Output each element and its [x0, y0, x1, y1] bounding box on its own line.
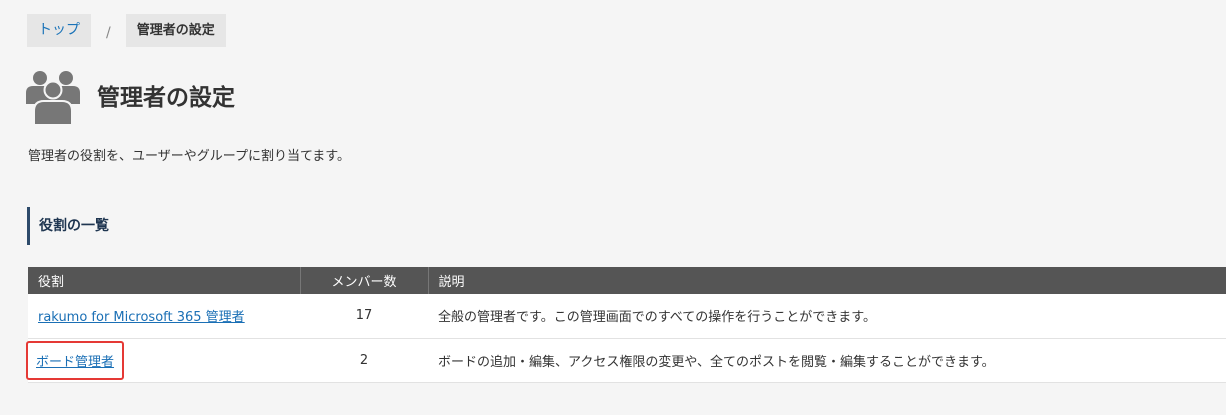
highlight-box: ボード管理者: [26, 340, 125, 380]
section-title: 役割の一覧: [27, 207, 109, 245]
role-cell: ボード管理者: [26, 338, 300, 383]
page-header: 管理者の設定: [25, 70, 235, 126]
page-title: 管理者の設定: [97, 85, 235, 111]
role-link-board-admin[interactable]: ボード管理者: [36, 355, 114, 370]
description-cell: 全般の管理者です。この管理画面でのすべての操作を行うことができます。: [428, 294, 1226, 339]
table-header-row: 役割 メンバー数 説明: [28, 267, 1226, 294]
member-count-cell: 2: [300, 338, 428, 383]
member-count-cell: 17: [300, 294, 428, 339]
table-row: ボード管理者 2 ボードの追加・編集、アクセス権限の変更や、全てのポストを閲覧・…: [26, 338, 1226, 383]
header-role: 役割: [28, 267, 301, 294]
description-cell: ボードの追加・編集、アクセス権限の変更や、全てのポストを閲覧・編集することができ…: [428, 338, 1226, 383]
breadcrumb-current: 管理者の設定: [125, 14, 226, 47]
table-row: rakumo for Microsoft 365 管理者 17 全般の管理者です…: [28, 294, 1226, 339]
breadcrumb-home-link[interactable]: トップ: [27, 14, 91, 47]
breadcrumb: トップ / 管理者の設定: [27, 14, 226, 47]
admin-users-icon: [25, 70, 81, 126]
breadcrumb-separator: /: [106, 24, 111, 41]
page-description: 管理者の役割を、ユーザーやグループに割り当てます。: [28, 149, 351, 164]
header-member-count: メンバー数: [300, 267, 429, 294]
header-description: 説明: [428, 267, 1226, 294]
roles-table: 役割 メンバー数 説明 rakumo for Microsoft 365 管理者…: [26, 267, 1226, 383]
role-link-m365-admin[interactable]: rakumo for Microsoft 365 管理者: [38, 310, 245, 325]
role-cell: rakumo for Microsoft 365 管理者: [28, 294, 300, 339]
